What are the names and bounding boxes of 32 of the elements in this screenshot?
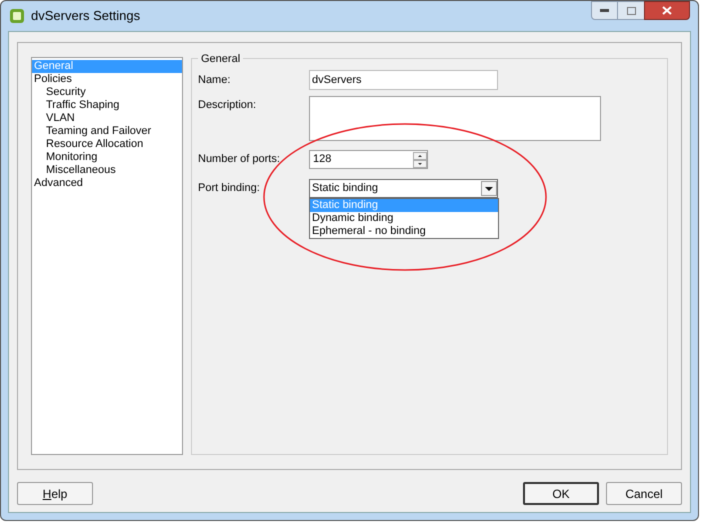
spin-down-icon[interactable] (413, 160, 427, 168)
tree-item[interactable]: Advanced (32, 177, 182, 190)
window-title: dvServers Settings (31, 7, 140, 26)
tree-item[interactable]: VLAN (32, 112, 182, 125)
name-field[interactable]: dvServers (309, 70, 498, 90)
ok-button[interactable]: OK (523, 482, 599, 505)
ports-spinner[interactable]: 128 (309, 150, 428, 169)
maximize-icon (626, 6, 636, 14)
close-icon (662, 6, 672, 15)
app-icon (9, 8, 25, 24)
tree-item[interactable]: Resource Allocation (32, 138, 182, 151)
field-label: Description: (198, 98, 258, 113)
tree-item[interactable]: Teaming and Failover (32, 125, 182, 138)
tree-item[interactable]: Miscellaneous (32, 164, 182, 177)
spin-up-icon[interactable] (413, 152, 427, 160)
cancel-button[interactable]: Cancel (606, 482, 682, 505)
field-label: Number of ports: (198, 152, 281, 168)
dropdown-option[interactable]: Ephemeral - no binding (310, 225, 498, 238)
tree-item[interactable]: Monitoring (32, 151, 182, 164)
tree-item[interactable]: Traffic Shaping (32, 99, 182, 112)
binding-dropdown[interactable]: Static binding (309, 179, 498, 198)
tree-item[interactable]: Security (32, 86, 182, 99)
close-button[interactable] (644, 1, 690, 20)
dropdown-option[interactable]: Dynamic binding (310, 212, 498, 225)
tree-item[interactable]: Policies (32, 73, 182, 86)
minimize-icon (600, 9, 609, 12)
minimize-button[interactable] (591, 1, 618, 20)
field-label: Name: (198, 72, 232, 88)
help-button[interactable]: Help (17, 482, 93, 505)
maximize-button[interactable] (618, 1, 644, 20)
description-field[interactable] (309, 96, 601, 141)
field-label: Port binding: (198, 181, 261, 196)
